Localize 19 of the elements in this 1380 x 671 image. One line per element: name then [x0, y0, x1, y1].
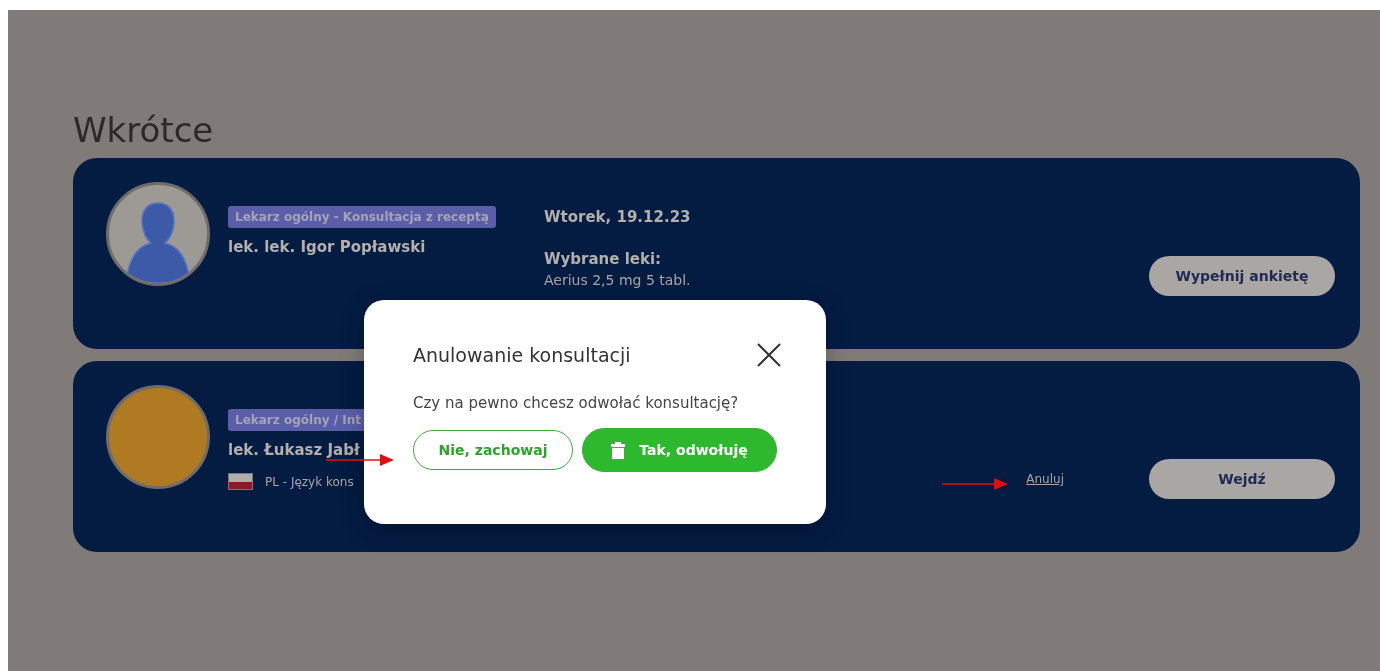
dialog-title: Anulowanie konsultacji: [413, 344, 631, 366]
medicine-text: Aerius 2,5 mg 5 tabl.: [544, 272, 692, 288]
dialog-message: Czy na pewno chcesz odwołać konsultację?: [413, 394, 740, 412]
flag-icon: [228, 473, 253, 490]
appointment-date: Wtorek, 19.12.23: [544, 208, 692, 226]
trash-icon: [611, 441, 626, 459]
annotation-arrow: [942, 478, 1008, 490]
keep-button[interactable]: Nie, zachowaj: [413, 430, 573, 470]
section-heading: Wkrótce: [73, 109, 215, 152]
person-silhouette-icon: [126, 199, 190, 283]
cancel-link[interactable]: Anuluj: [1026, 472, 1064, 486]
medicines-label: Wybrane leki:: [544, 250, 663, 268]
doctor-name: lek. lek. Igor Popławski: [228, 238, 426, 256]
language-text: PL - Język kons: [265, 474, 354, 489]
close-button[interactable]: [756, 342, 782, 368]
specialty-tag: Lekarz ogólny - Konsultacja z receptą: [228, 206, 496, 228]
action-button[interactable]: Wypełnij ankietę: [1149, 256, 1335, 296]
doctor-name: lek. Łukasz Jabł: [228, 441, 360, 459]
action-button[interactable]: Wejdź: [1149, 459, 1335, 499]
